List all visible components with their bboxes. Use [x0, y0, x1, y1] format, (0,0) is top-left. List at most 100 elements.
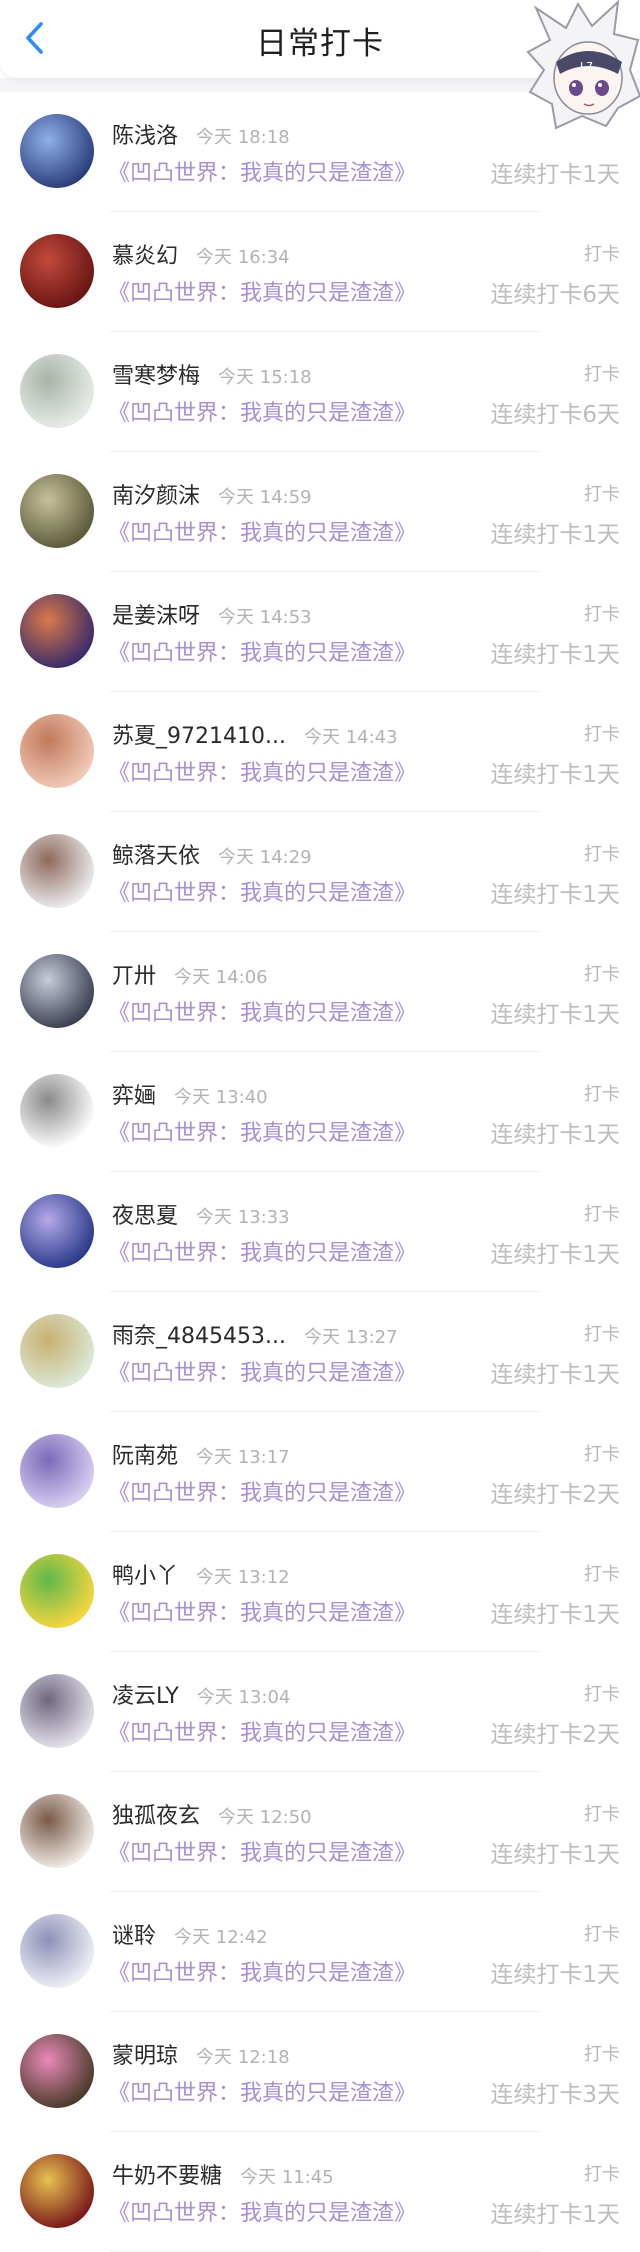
book-title-link[interactable]: 《凹凸世界：我真的只是渣渣》 — [108, 155, 416, 187]
book-title-link[interactable]: 《凹凸世界：我真的只是渣渣》 — [108, 2195, 416, 2227]
checkin-row[interactable]: 夜思夏 今天 13:33 《凹凸世界：我真的只是渣渣》 打卡 连续打卡1天 — [0, 1172, 640, 1292]
user-name[interactable]: 雪寒梦梅 — [112, 358, 200, 390]
user-name[interactable]: 弈婳 — [112, 1078, 156, 1110]
user-avatar[interactable] — [20, 1554, 94, 1628]
name-line: 蒙明琼 今天 12:18 — [112, 2038, 290, 2070]
checkin-time: 今天 14:59 — [218, 487, 312, 508]
checkin-row[interactable]: 蒙明琼 今天 12:18 《凹凸世界：我真的只是渣渣》 打卡 连续打卡3天 — [0, 2012, 640, 2132]
user-avatar[interactable] — [20, 1314, 94, 1388]
checkin-row[interactable]: 南汐颜沫 今天 14:59 《凹凸世界：我真的只是渣渣》 打卡 连续打卡1天 — [0, 452, 640, 572]
user-name[interactable]: 鲸落天依 — [112, 838, 200, 870]
streak-days: 连续打卡1天 — [490, 162, 620, 188]
checkin-row[interactable]: 谜聆 今天 12:42 《凹凸世界：我真的只是渣渣》 打卡 连续打卡1天 — [0, 1892, 640, 2012]
book-title-link[interactable]: 《凹凸世界：我真的只是渣渣》 — [108, 1715, 416, 1747]
checkin-row[interactable]: 阮南苑 今天 13:17 《凹凸世界：我真的只是渣渣》 打卡 连续打卡2天 — [0, 1412, 640, 1532]
streak-days: 连续打卡1天 — [490, 1602, 620, 1628]
streak-days: 连续打卡2天 — [490, 1722, 620, 1748]
streak-days: 连续打卡1天 — [490, 1002, 620, 1028]
checkin-row[interactable]: 慕炎幻 今天 16:34 《凹凸世界：我真的只是渣渣》 打卡 连续打卡6天 — [0, 212, 640, 332]
checkin-row[interactable]: 雪寒梦梅 今天 15:18 《凹凸世界：我真的只是渣渣》 打卡 连续打卡6天 — [0, 332, 640, 452]
checkin-time: 今天 13:40 — [174, 1087, 268, 1108]
user-avatar[interactable] — [20, 594, 94, 668]
book-title-link[interactable]: 《凹凸世界：我真的只是渣渣》 — [108, 395, 416, 427]
checkin-label: 打卡 — [584, 484, 620, 505]
streak-days: 连续打卡2天 — [490, 1482, 620, 1508]
user-avatar[interactable] — [20, 1194, 94, 1268]
book-title-link[interactable]: 《凹凸世界：我真的只是渣渣》 — [108, 1835, 416, 1867]
checkin-row[interactable]: 弈婳 今天 13:40 《凹凸世界：我真的只是渣渣》 打卡 连续打卡1天 — [0, 1052, 640, 1172]
user-name[interactable]: 是姜沫呀 — [112, 598, 200, 630]
name-line: 夜思夏 今天 13:33 — [112, 1198, 290, 1230]
checkin-label: 打卡 — [584, 1684, 620, 1705]
user-avatar[interactable] — [20, 954, 94, 1028]
book-title-link[interactable]: 《凹凸世界：我真的只是渣渣》 — [108, 1475, 416, 1507]
user-name[interactable]: 南汐颜沫 — [112, 478, 200, 510]
checkin-time: 今天 13:33 — [196, 1207, 290, 1228]
user-avatar[interactable] — [20, 1434, 94, 1508]
user-name[interactable]: 鸭小丫 — [112, 1558, 178, 1590]
user-name[interactable]: 陈浅洛 — [112, 118, 178, 150]
book-title-link[interactable]: 《凹凸世界：我真的只是渣渣》 — [108, 275, 416, 307]
book-title-link[interactable]: 《凹凸世界：我真的只是渣渣》 — [108, 515, 416, 547]
checkin-label: 打卡 — [584, 1324, 620, 1345]
user-avatar[interactable] — [20, 1674, 94, 1748]
user-avatar[interactable] — [20, 834, 94, 908]
user-name[interactable]: 苏夏_9721410... — [112, 718, 286, 750]
streak-days: 连续打卡6天 — [490, 282, 620, 308]
user-name[interactable]: 雨奈_4845453... — [112, 1318, 286, 1350]
checkin-row[interactable]: 苏夏_9721410... 今天 14:43 《凹凸世界：我真的只是渣渣》 打卡… — [0, 692, 640, 812]
book-title-link[interactable]: 《凹凸世界：我真的只是渣渣》 — [108, 2075, 416, 2107]
user-name[interactable]: 牛奶不要糖 — [112, 2158, 222, 2190]
streak-days: 连续打卡1天 — [490, 642, 620, 668]
book-title-link[interactable]: 《凹凸世界：我真的只是渣渣》 — [108, 875, 416, 907]
user-name[interactable]: 阮南苑 — [112, 1438, 178, 1470]
book-title-link[interactable]: 《凹凸世界：我真的只是渣渣》 — [108, 1355, 416, 1387]
user-name[interactable]: 夜思夏 — [112, 1198, 178, 1230]
user-avatar[interactable] — [20, 2154, 94, 2228]
name-line: 慕炎幻 今天 16:34 — [112, 238, 290, 270]
checkin-row[interactable]: 是姜沫呀 今天 14:53 《凹凸世界：我真的只是渣渣》 打卡 连续打卡1天 — [0, 572, 640, 692]
checkin-row[interactable]: 凌云LY 今天 13:04 《凹凸世界：我真的只是渣渣》 打卡 连续打卡2天 — [0, 1652, 640, 1772]
book-title-link[interactable]: 《凹凸世界：我真的只是渣渣》 — [108, 1115, 416, 1147]
checkin-row[interactable]: 独孤夜玄 今天 12:50 《凹凸世界：我真的只是渣渣》 打卡 连续打卡1天 — [0, 1772, 640, 1892]
user-avatar[interactable] — [20, 1794, 94, 1868]
name-line: 丌卅 今天 14:06 — [112, 958, 268, 990]
user-avatar[interactable] — [20, 234, 94, 308]
user-name[interactable]: 慕炎幻 — [112, 238, 178, 270]
checkin-time: 今天 12:50 — [218, 1807, 312, 1828]
book-title-link[interactable]: 《凹凸世界：我真的只是渣渣》 — [108, 1955, 416, 1987]
checkin-row[interactable]: 鸭小丫 今天 13:12 《凹凸世界：我真的只是渣渣》 打卡 连续打卡1天 — [0, 1532, 640, 1652]
checkin-row[interactable]: 丌卅 今天 14:06 《凹凸世界：我真的只是渣渣》 打卡 连续打卡1天 — [0, 932, 640, 1052]
user-avatar[interactable] — [20, 1914, 94, 1988]
book-title-link[interactable]: 《凹凸世界：我真的只是渣渣》 — [108, 995, 416, 1027]
user-avatar[interactable] — [20, 714, 94, 788]
user-name[interactable]: 丌卅 — [112, 958, 156, 990]
user-avatar[interactable] — [20, 2034, 94, 2108]
checkin-label: 打卡 — [584, 844, 620, 865]
user-avatar[interactable] — [20, 114, 94, 188]
user-name[interactable]: 蒙明琼 — [112, 2038, 178, 2070]
book-title-link[interactable]: 《凹凸世界：我真的只是渣渣》 — [108, 755, 416, 787]
user-name[interactable]: 凌云LY — [112, 1678, 179, 1710]
checkin-row[interactable]: 雨奈_4845453... 今天 13:27 《凹凸世界：我真的只是渣渣》 打卡… — [0, 1292, 640, 1412]
book-title-link[interactable]: 《凹凸世界：我真的只是渣渣》 — [108, 1235, 416, 1267]
checkin-label: 打卡 — [584, 1564, 620, 1585]
user-avatar[interactable] — [20, 474, 94, 548]
checkin-time: 今天 13:27 — [303, 1327, 398, 1348]
name-line: 凌云LY 今天 13:04 — [112, 1678, 290, 1710]
streak-days: 连续打卡1天 — [490, 2202, 620, 2228]
user-name[interactable]: 独孤夜玄 — [112, 1798, 200, 1830]
checkin-label: 打卡 — [584, 244, 620, 265]
name-line: 鸭小丫 今天 13:12 — [112, 1558, 290, 1590]
name-line: 是姜沫呀 今天 14:53 — [112, 598, 312, 630]
streak-days: 连续打卡1天 — [490, 1362, 620, 1388]
user-avatar[interactable] — [20, 1074, 94, 1148]
book-title-link[interactable]: 《凹凸世界：我真的只是渣渣》 — [108, 635, 416, 667]
checkin-row[interactable]: 鲸落天依 今天 14:29 《凹凸世界：我真的只是渣渣》 打卡 连续打卡1天 — [0, 812, 640, 932]
user-name[interactable]: 谜聆 — [112, 1918, 156, 1950]
checkin-row[interactable]: 牛奶不要糖 今天 11:45 《凹凸世界：我真的只是渣渣》 打卡 连续打卡1天 — [0, 2132, 640, 2252]
streak-days: 连续打卡1天 — [490, 882, 620, 908]
checkin-time: 今天 12:18 — [196, 2047, 290, 2068]
user-avatar[interactable] — [20, 354, 94, 428]
book-title-link[interactable]: 《凹凸世界：我真的只是渣渣》 — [108, 1595, 416, 1627]
